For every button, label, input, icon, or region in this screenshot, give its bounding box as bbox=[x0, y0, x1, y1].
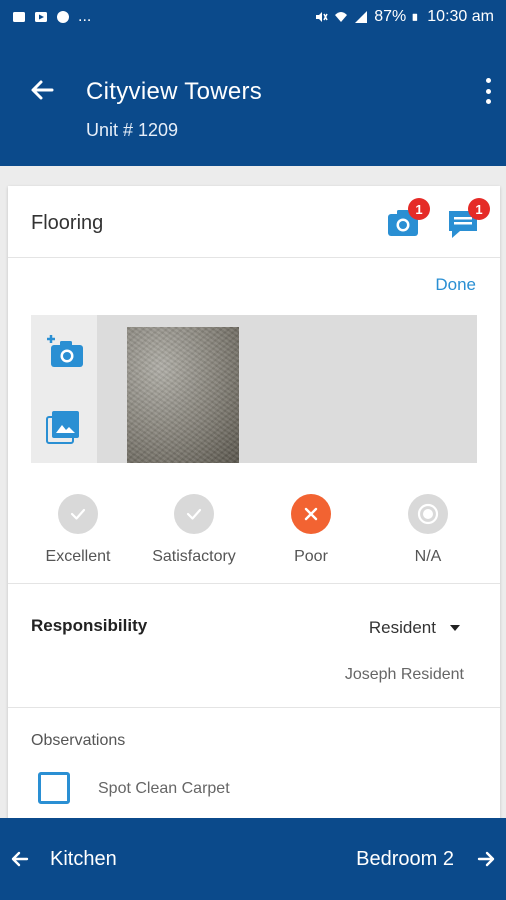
property-title: Cityview Towers bbox=[86, 78, 263, 105]
clock: 10:30 am bbox=[427, 8, 494, 25]
rating-label: N/A bbox=[414, 548, 442, 565]
camera-count-badge: 1 bbox=[408, 198, 430, 220]
item-title: Flooring bbox=[31, 212, 104, 234]
condition-rating-row: Excellent Satisfactory Poor N/A bbox=[8, 494, 500, 584]
dropdown-caret-icon bbox=[450, 625, 460, 631]
photo-strip bbox=[31, 315, 477, 463]
check-icon bbox=[174, 494, 214, 534]
gallery-icon[interactable] bbox=[45, 409, 81, 445]
status-bar: ... 87% 10:30 am bbox=[0, 0, 506, 34]
app-bar: Cityview Towers Unit # 1209 bbox=[0, 34, 506, 166]
responsibility-dropdown[interactable]: Resident bbox=[369, 618, 460, 638]
previous-room-button[interactable]: Kitchen bbox=[10, 818, 117, 900]
rating-label: Excellent bbox=[45, 548, 111, 565]
responsibility-label: Responsibility bbox=[31, 616, 148, 635]
inspection-item-card: Flooring 1 1 Done Excellent Satisfactory… bbox=[8, 186, 500, 826]
back-arrow-icon[interactable] bbox=[26, 74, 58, 106]
next-room-label: Bedroom 2 bbox=[356, 847, 454, 870]
radio-icon bbox=[408, 494, 448, 534]
responsible-person: Joseph Resident bbox=[344, 666, 464, 683]
check-icon bbox=[58, 494, 98, 534]
close-icon bbox=[291, 494, 331, 534]
observation-checkbox[interactable] bbox=[38, 772, 70, 804]
next-room-button[interactable]: Bedroom 2 bbox=[356, 818, 496, 900]
globe-notification-icon bbox=[57, 11, 69, 23]
wifi-icon bbox=[335, 12, 348, 22]
unit-number: Unit # 1209 bbox=[86, 120, 179, 140]
battery-percent: 87% bbox=[374, 8, 407, 25]
previous-room-label: Kitchen bbox=[50, 847, 117, 870]
more-notifications: ... bbox=[78, 8, 92, 25]
add-photo-icon[interactable] bbox=[45, 333, 85, 369]
rating-na[interactable]: N/A bbox=[368, 494, 488, 566]
arrow-right-icon bbox=[477, 851, 495, 867]
comments-button[interactable]: 1 bbox=[446, 198, 490, 240]
responsibility-value: Resident bbox=[368, 618, 436, 637]
image-notification-icon bbox=[13, 12, 25, 22]
camera-button[interactable]: 1 bbox=[386, 198, 430, 240]
arrow-left-icon bbox=[11, 851, 29, 867]
battery-icon bbox=[412, 13, 418, 21]
rating-satisfactory[interactable]: Satisfactory bbox=[134, 494, 254, 566]
rating-label: Poor bbox=[294, 548, 328, 565]
signal-icon bbox=[355, 11, 368, 23]
observation-item[interactable]: Spot Clean Carpet bbox=[38, 772, 458, 806]
photo-actions bbox=[31, 315, 97, 463]
comment-count-badge: 1 bbox=[468, 198, 490, 220]
system-indicators: 87% 10:30 am bbox=[314, 8, 494, 26]
rating-excellent[interactable]: Excellent bbox=[18, 494, 138, 566]
observation-label: Spot Clean Carpet bbox=[98, 780, 230, 797]
mute-icon bbox=[316, 12, 328, 22]
observations-heading: Observations bbox=[31, 732, 126, 749]
flooring-photo-thumbnail[interactable] bbox=[127, 327, 239, 463]
rating-label: Satisfactory bbox=[152, 548, 236, 565]
responsibility-section: Responsibility Resident Joseph Resident bbox=[8, 584, 500, 708]
card-header: Flooring 1 1 bbox=[8, 186, 500, 258]
bottom-navigation: Kitchen Bedroom 2 bbox=[0, 818, 506, 900]
overflow-menu-icon[interactable] bbox=[480, 76, 496, 106]
rating-poor[interactable]: Poor bbox=[251, 494, 371, 566]
notification-icons: ... bbox=[12, 8, 91, 26]
done-button[interactable]: Done bbox=[435, 275, 476, 295]
play-notification-icon bbox=[35, 12, 47, 22]
